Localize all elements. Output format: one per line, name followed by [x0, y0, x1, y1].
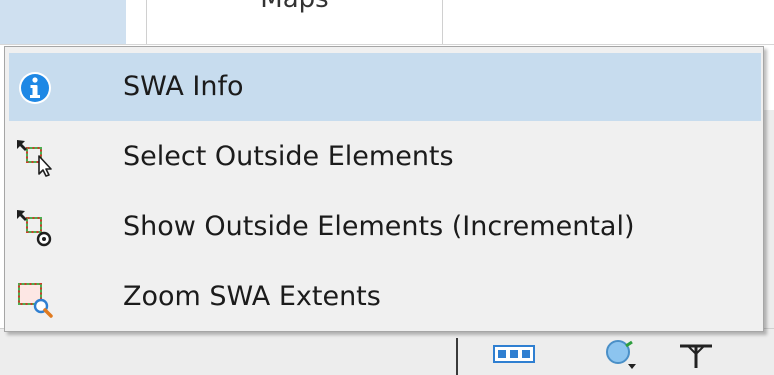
info-icon	[19, 72, 51, 104]
ribbon-bar: Maps	[0, 0, 774, 45]
menu-item-swa-info[interactable]: SWA Info	[9, 53, 761, 121]
menu-item-select-outside-elements[interactable]: Select Outside Elements	[9, 123, 761, 191]
menu-item-zoom-swa-extents[interactable]: Zoom SWA Extents	[9, 263, 761, 331]
screen: Maps SWA Info	[0, 0, 774, 375]
ribbon-selected-block[interactable]	[0, 0, 126, 44]
context-menu: SWA Info Select Outside Elements Show Ou…	[4, 46, 764, 332]
sun-path-icon[interactable]	[676, 338, 716, 372]
menu-item-label: Zoom SWA Extents	[123, 281, 381, 312]
menu-item-label: Select Outside Elements	[123, 141, 454, 172]
status-toolbar	[0, 328, 774, 375]
menu-item-label: Show Outside Elements (Incremental)	[123, 211, 635, 242]
show-outside-elements-icon	[17, 210, 52, 247]
visual-style-icon[interactable]	[604, 338, 644, 372]
toolbar-divider	[456, 338, 458, 375]
ribbon-group-label: Maps	[147, 0, 442, 14]
ribbon-group-maps[interactable]: Maps	[146, 0, 443, 44]
select-outside-elements-icon	[17, 140, 52, 177]
menu-item-label: SWA Info	[123, 71, 244, 102]
zoom-extents-icon	[18, 283, 53, 318]
scale-icon[interactable]	[488, 344, 538, 368]
menu-item-show-outside-elements[interactable]: Show Outside Elements (Incremental)	[9, 193, 761, 261]
